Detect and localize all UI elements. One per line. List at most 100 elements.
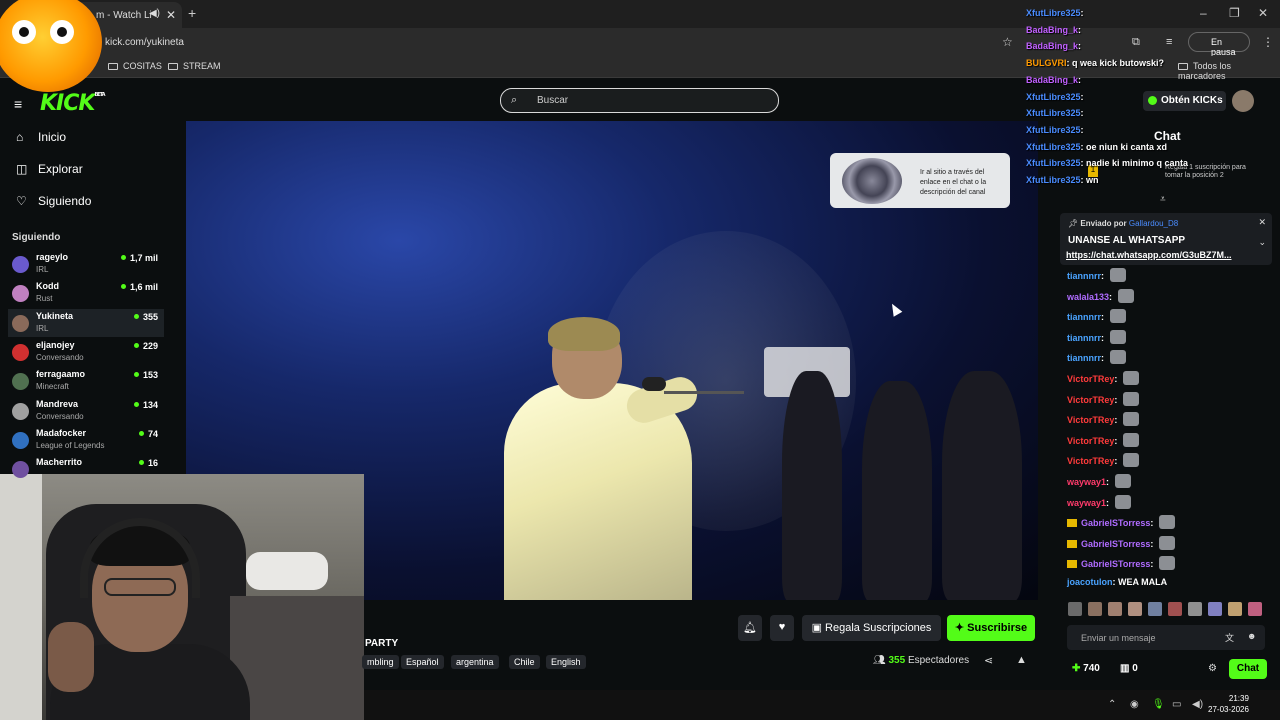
share-icon[interactable]: ⋖ bbox=[984, 654, 993, 667]
sidebar-channel[interactable]: ferragaamo Minecraft 153 bbox=[8, 367, 164, 395]
chat-username[interactable]: GabrielSTorress bbox=[1081, 539, 1150, 549]
tag[interactable]: mbling bbox=[362, 655, 399, 669]
chat-message[interactable]: VictorTRey: bbox=[1067, 391, 1139, 406]
chat-message[interactable]: GabrielSTorress: bbox=[1067, 556, 1175, 571]
chat-message[interactable]: walala133: bbox=[1067, 288, 1134, 303]
chat-message[interactable]: VictorTRey: bbox=[1067, 432, 1139, 447]
sidebar-channel[interactable]: rageylo IRL 1,7 mil bbox=[8, 250, 164, 278]
subscribe-button[interactable]: ✦ Suscribirse bbox=[947, 615, 1035, 641]
network-icon[interactable]: ▭ bbox=[1172, 699, 1181, 710]
bookmark-stream[interactable]: STREAM bbox=[168, 61, 221, 71]
chat-username[interactable]: VictorTRey bbox=[1067, 374, 1114, 384]
chat-username[interactable]: tiannnrr bbox=[1067, 271, 1101, 281]
chat-username[interactable]: joacotulon bbox=[1067, 577, 1113, 587]
report-icon[interactable]: ▲ bbox=[1016, 654, 1027, 666]
kick-logo[interactable]: KICKBETA bbox=[40, 91, 106, 116]
chat-message[interactable]: wayway1: bbox=[1067, 474, 1131, 488]
chevron-up-icon[interactable]: ⌃ bbox=[1108, 699, 1116, 710]
chat-username[interactable]: VictorTRey bbox=[1067, 415, 1114, 425]
chat-message[interactable]: tiannnrr: bbox=[1067, 329, 1126, 344]
chat-input[interactable]: Enviar un mensaje 文 ☻ bbox=[1067, 625, 1265, 650]
profile-pause-button[interactable]: En pausa bbox=[1188, 32, 1250, 57]
chat-username[interactable]: VictorTRey bbox=[1067, 436, 1114, 446]
send-chat-button[interactable]: Chat bbox=[1229, 659, 1267, 679]
chat-username[interactable]: walala133 bbox=[1067, 292, 1109, 302]
sidebar-channel[interactable]: Kodd Rust 1,6 mil bbox=[8, 279, 164, 307]
chat-username[interactable]: tiannnrr bbox=[1067, 312, 1101, 322]
tag[interactable]: English bbox=[546, 655, 586, 669]
pinned-link[interactable]: https://chat.whatsapp.com/G3uBZ7M... bbox=[1066, 250, 1232, 260]
emote-icon[interactable] bbox=[1088, 602, 1102, 616]
emote-icon[interactable] bbox=[1248, 602, 1262, 616]
emote-icon[interactable] bbox=[1168, 602, 1182, 616]
chat-username[interactable]: tiannnrr bbox=[1067, 333, 1101, 343]
sidebar-channel[interactable]: eljanojey Conversando 229 bbox=[8, 338, 164, 366]
chat-message[interactable]: tiannnrr: bbox=[1067, 309, 1126, 324]
speaker-icon[interactable]: ◀) bbox=[149, 8, 160, 19]
tag[interactable]: argentina bbox=[451, 655, 499, 669]
emote-icon[interactable] bbox=[1128, 602, 1142, 616]
chat-message[interactable]: VictorTRey: bbox=[1067, 412, 1139, 427]
chat-message[interactable]: GabrielSTorress: bbox=[1067, 535, 1175, 550]
volume-icon[interactable]: ◀) bbox=[1192, 699, 1203, 710]
nav-following[interactable]: ♡ Siguiendo bbox=[16, 194, 91, 208]
chat-message[interactable]: tiannnrr: bbox=[1067, 268, 1126, 282]
emoji-icon[interactable]: ☻ bbox=[1247, 631, 1256, 641]
all-bookmarks[interactable]: Todos los marcadores bbox=[1178, 61, 1280, 81]
chat-message[interactable]: wayway1: bbox=[1067, 494, 1131, 509]
discord-icon[interactable]: ◉ bbox=[1130, 699, 1139, 710]
pinned-message[interactable]: 📌︎ Enviado por Gallardou_D8 UNANSE AL WH… bbox=[1060, 213, 1272, 265]
heart-follow-icon[interactable]: ♥ bbox=[770, 615, 794, 641]
unpin-icon[interactable]: ✕ bbox=[1258, 217, 1266, 228]
emote-bar[interactable] bbox=[1068, 602, 1268, 620]
chat-username[interactable]: wayway1 bbox=[1067, 498, 1106, 508]
sidebar-channel[interactable]: Madafocker League of Legends 74 bbox=[8, 426, 164, 454]
url-text[interactable]: kick.com/yukineta bbox=[105, 37, 184, 48]
nav-home[interactable]: ⌂ Inicio bbox=[16, 130, 66, 144]
bell-icon[interactable]: 🔔︎ bbox=[738, 615, 762, 641]
star-icon[interactable]: ☆ bbox=[1002, 35, 1013, 49]
chevron-down-icon[interactable]: ⌄ bbox=[1258, 237, 1266, 248]
emote-icon[interactable] bbox=[1108, 602, 1122, 616]
chat-username[interactable]: wayway1 bbox=[1067, 477, 1106, 487]
microphone-icon[interactable]: 🎙︎ bbox=[1152, 699, 1165, 710]
emote-icon[interactable] bbox=[1148, 602, 1162, 616]
chat-username[interactable]: GabrielSTorress bbox=[1081, 559, 1150, 569]
emote-icon[interactable] bbox=[1208, 602, 1222, 616]
collapse-icon[interactable]: ⩡ bbox=[1160, 194, 1166, 205]
nav-explore[interactable]: ◫ Explorar bbox=[16, 162, 83, 176]
chat-username[interactable]: VictorTRey bbox=[1067, 395, 1114, 405]
close-tab-icon[interactable]: ✕ bbox=[166, 8, 176, 22]
chat-message[interactable]: VictorTRey: bbox=[1067, 453, 1139, 468]
chat-message[interactable]: joacotulon: WEA MALA bbox=[1067, 577, 1167, 587]
chat-username[interactable]: VictorTRey bbox=[1067, 456, 1114, 466]
system-clock[interactable]: 21:39 27-03-2026 bbox=[1208, 693, 1249, 715]
chat-message[interactable]: GabrielSTorress: bbox=[1067, 515, 1175, 530]
new-tab-icon[interactable]: + bbox=[188, 5, 196, 21]
media-control-icon[interactable]: ≡ bbox=[1166, 36, 1172, 48]
chat-message[interactable]: VictorTRey: bbox=[1067, 371, 1139, 385]
hamburger-menu-icon[interactable]: ≡ bbox=[14, 96, 22, 112]
search-input[interactable]: ⌕ Buscar bbox=[500, 88, 779, 113]
menu-kebab-icon[interactable]: ⋮ bbox=[1262, 35, 1274, 49]
tag[interactable]: Español bbox=[401, 655, 444, 669]
minimize-icon[interactable]: – bbox=[1200, 6, 1207, 20]
maximize-icon[interactable]: ❐ bbox=[1229, 6, 1240, 20]
settings-gear-icon[interactable]: ⚙ bbox=[1208, 663, 1217, 674]
emote-icon[interactable] bbox=[1188, 602, 1202, 616]
bookmark-cositas[interactable]: COSITAS bbox=[108, 61, 162, 71]
sidebar-channel[interactable]: Macherrito 16 bbox=[8, 455, 164, 483]
sidebar-channel[interactable]: Mandreva Conversando 134 bbox=[8, 397, 164, 425]
tag[interactable]: Chile bbox=[509, 655, 540, 669]
gift-subs-button[interactable]: ▣ Regala Suscripciones bbox=[802, 615, 941, 641]
user-avatar[interactable] bbox=[1232, 90, 1254, 112]
close-window-icon[interactable]: ✕ bbox=[1258, 6, 1268, 20]
emote-icon[interactable] bbox=[1228, 602, 1242, 616]
extensions-icon[interactable]: ⧉ bbox=[1132, 36, 1140, 49]
chat-username[interactable]: tiannnrr bbox=[1067, 353, 1101, 363]
emote-icon[interactable] bbox=[1068, 602, 1082, 616]
get-kicks-button[interactable]: Obtén KICKs bbox=[1143, 91, 1226, 111]
translate-icon[interactable]: 文 bbox=[1225, 631, 1234, 644]
sidebar-channel[interactable]: Yukineta IRL 355 bbox=[8, 308, 164, 337]
chat-username[interactable]: GabrielSTorress bbox=[1081, 518, 1150, 528]
